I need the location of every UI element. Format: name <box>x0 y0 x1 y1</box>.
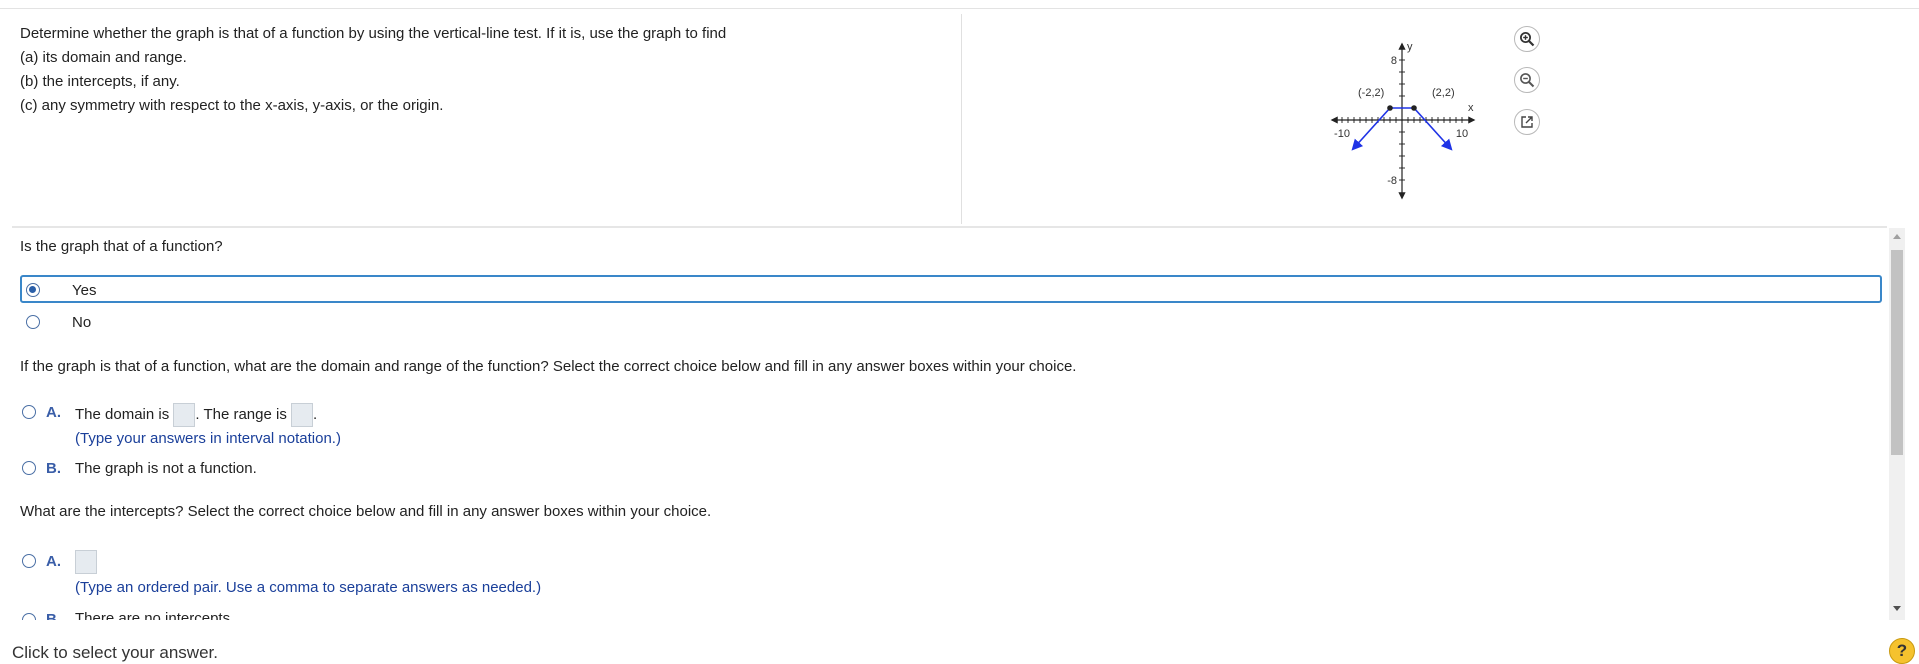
problem-line-3: (b) the intercepts, if any. <box>20 73 180 90</box>
choice-letter: A. <box>46 404 61 421</box>
q3-choice-b-label: There are no intercepts. <box>75 610 235 620</box>
radio-no[interactable] <box>26 315 40 329</box>
ordered-pair-hint: (Type an ordered pair. Use a comma to se… <box>75 579 542 596</box>
x-axis-label: x <box>1468 102 1474 114</box>
intercepts-answer-box[interactable] <box>75 550 97 574</box>
scrollbar-thumb[interactable] <box>1891 250 1903 455</box>
top-border <box>0 8 1919 9</box>
radio-q3-b[interactable] <box>22 613 36 620</box>
point-right <box>1411 105 1417 111</box>
point-label-right: (2,2) <box>1432 87 1455 99</box>
domain-answer-box[interactable] <box>173 403 196 427</box>
vertical-divider <box>961 14 962 224</box>
zoom-out-button[interactable] <box>1514 67 1540 93</box>
problem-line-4: (c) any symmetry with respect to the x-a… <box>20 97 444 114</box>
range-answer-box[interactable] <box>291 403 314 427</box>
range-text: . The range is <box>195 405 287 423</box>
help-button[interactable]: ? <box>1889 638 1915 664</box>
domain-text: The domain is <box>75 405 170 423</box>
y-min-label: -8 <box>1387 175 1397 187</box>
point-label-left: (-2,2) <box>1358 87 1384 99</box>
problem-line-2: (a) its domain and range. <box>20 49 187 66</box>
external-link-icon <box>1521 116 1533 128</box>
popout-button[interactable] <box>1514 109 1540 135</box>
option-yes-label: Yes <box>72 282 97 299</box>
question-2-prompt: If the graph is that of a function, what… <box>20 358 1077 375</box>
point-left <box>1387 105 1393 111</box>
x-min-label: -10 <box>1334 128 1350 140</box>
y-max-label: 8 <box>1391 55 1397 67</box>
function-graph: y x 8 -8 -10 10 (-2,2) (2,2) <box>1330 41 1476 200</box>
x-max-label: 10 <box>1456 128 1468 140</box>
radio-yes[interactable] <box>26 283 40 297</box>
choice-letter: B. <box>46 611 61 620</box>
scroll-up-arrow-icon[interactable] <box>1893 234 1901 239</box>
period-text: . <box>313 405 318 423</box>
option-no-label: No <box>72 314 92 331</box>
scrollbar[interactable] <box>1889 228 1905 620</box>
status-message: Click to select your answer. <box>12 643 218 662</box>
choice-letter: A. <box>46 553 61 570</box>
scroll-down-arrow-icon[interactable] <box>1893 606 1901 611</box>
y-axis-label: y <box>1407 41 1413 53</box>
option-no[interactable]: No <box>20 307 1882 335</box>
radio-q3-a[interactable] <box>22 554 36 568</box>
function-curve-right-ray <box>1413 107 1453 151</box>
choice-letter: B. <box>46 460 61 477</box>
problem-line-1: Determine whether the graph is that of a… <box>20 25 727 42</box>
radio-q2-b[interactable] <box>22 461 36 475</box>
answer-panel: Is the graph that of a function? Yes No … <box>12 228 1887 620</box>
function-curve-left-ray <box>1351 107 1391 151</box>
zoom-in-icon <box>1520 32 1535 47</box>
radio-q2-a[interactable] <box>22 405 36 419</box>
problem-statement: Determine whether the graph is that of a… <box>20 22 726 118</box>
q2-choice-a[interactable]: The domain is . The range is . <box>75 403 317 427</box>
option-yes[interactable]: Yes <box>20 275 1882 303</box>
zoom-in-button[interactable] <box>1514 26 1540 52</box>
question-1-prompt: Is the graph that of a function? <box>20 238 223 255</box>
question-3-prompt: What are the intercepts? Select the corr… <box>20 503 712 520</box>
zoom-out-icon <box>1520 73 1535 88</box>
interval-notation-hint: (Type your answers in interval notation.… <box>75 430 341 447</box>
q2-choice-b-label: The graph is not a function. <box>75 460 257 477</box>
